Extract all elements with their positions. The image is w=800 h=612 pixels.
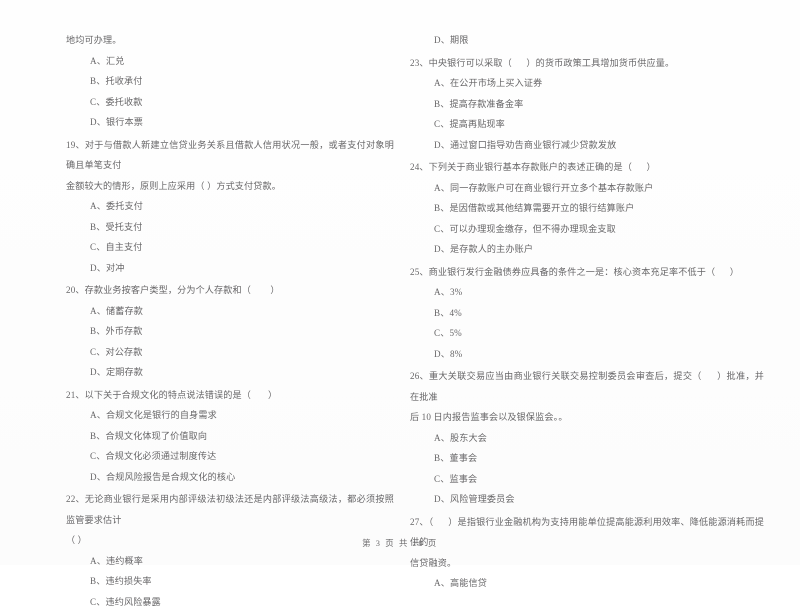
left-column: 地均可办理。 A、汇兑 B、托收承付 C、委托收款 D、银行本票 19、对于与借… [0,30,400,520]
question-stem: 23、中央银行可以采取（ ）的货币政策工具增加货币供应量。 [410,53,764,74]
option-b[interactable]: B、是因借款或其他结算需要开立的银行结算账户 [410,198,764,219]
option-c[interactable]: C、违约风险暴露 [66,592,394,612]
option-a[interactable]: A、汇兑 [66,51,394,72]
question-23: 23、中央银行可以采取（ ）的货币政策工具增加货币供应量。 A、在公开市场上买入… [410,53,764,156]
option-a[interactable]: A、在公开市场上买入证券 [410,73,764,94]
question-24: 24、下列关于商业银行基本存款账户的表述正确的是（ ） A、同一存款账户可在商业… [410,157,764,260]
option-c[interactable]: C、自主支付 [66,237,394,258]
question-stem: 19、对于与借款人新建立信贷业务关系且借款人信用状况一般，或者支付对象明确且单笔… [66,135,394,176]
option-c[interactable]: C、可以办理现金缴存，但不得办理现金支取 [410,219,764,240]
two-column-body: 地均可办理。 A、汇兑 B、托收承付 C、委托收款 D、银行本票 19、对于与借… [0,30,800,520]
carryover-tail-line: 地均可办理。 [66,30,394,51]
question-26: 26、重大关联交易应当由商业银行关联交易控制委员会审查后，提交（ ）批准，并在批… [410,366,764,510]
option-a[interactable]: A、3% [410,282,764,303]
option-a[interactable]: A、合规文化是银行的自身需求 [66,405,394,426]
question-stem: 20、存款业务按客户类型，分为个人存款和（ ） [66,280,394,301]
option-d[interactable]: D、银行本票 [66,112,394,133]
option-b[interactable]: B、外币存款 [66,321,394,342]
carryover-question-left: 地均可办理。 A、汇兑 B、托收承付 C、委托收款 D、银行本票 [66,30,394,133]
option-b[interactable]: B、受托支付 [66,217,394,238]
question-19: 19、对于与借款人新建立信贷业务关系且借款人信用状况一般，或者支付对象明确且单笔… [66,135,394,279]
option-d[interactable]: D、通过窗口指导劝告商业银行减少贷款发放 [410,135,764,156]
question-stem: 24、下列关于商业银行基本存款账户的表述正确的是（ ） [410,157,764,178]
option-b[interactable]: B、合规文化体现了价值取向 [66,426,394,447]
question-stem-cont: 金额较大的情形，原则上应采用（ ）方式支付贷款。 [66,176,394,197]
option-a[interactable]: A、同一存款账户可在商业银行开立多个基本存款账户 [410,178,764,199]
carryover-question-right: D、期限 [410,30,764,51]
option-a[interactable]: A、股东大会 [410,428,764,449]
option-a[interactable]: A、高能信贷 [410,573,764,594]
option-c[interactable]: C、委托收款 [66,92,394,113]
option-c[interactable]: C、5% [410,323,764,344]
question-stem-cont: 信贷融资。 [410,553,764,574]
page-footer: 第 3 页 共 18 页 [0,537,800,549]
option-b[interactable]: B、提高存款准备金率 [410,94,764,115]
option-c[interactable]: C、对公存款 [66,342,394,363]
option-d[interactable]: D、合规风险报告是合规文化的核心 [66,467,394,488]
question-stem: 21、以下关于合规文化的特点说法错误的是（ ） [66,385,394,406]
option-d[interactable]: D、对冲 [66,258,394,279]
question-stem-cont: 后 10 日内报告监事会以及银保监会。。 [410,407,764,428]
question-22: 22、无论商业银行是采用内部评级法初级法还是内部评级法高级法，都必须按照监管要求… [66,489,394,612]
option-d[interactable]: D、定期存款 [66,362,394,383]
option-a[interactable]: A、违约概率 [66,551,394,572]
question-stem: 25、商业银行发行金融债券应具备的条件之一是：核心资本充足率不低于（ ） [410,262,764,283]
question-25: 25、商业银行发行金融债券应具备的条件之一是：核心资本充足率不低于（ ） A、3… [410,262,764,365]
option-a[interactable]: A、储蓄存款 [66,301,394,322]
question-stem: 22、无论商业银行是采用内部评级法初级法还是内部评级法高级法，都必须按照监管要求… [66,489,394,530]
option-c[interactable]: C、合规文化必须通过制度传达 [66,446,394,467]
option-b[interactable]: B、董事会 [410,448,764,469]
question-21: 21、以下关于合规文化的特点说法错误的是（ ） A、合规文化是银行的自身需求 B… [66,385,394,488]
option-a[interactable]: A、委托支付 [66,196,394,217]
option-b[interactable]: B、4% [410,303,764,324]
question-27: 27、（ ）是指银行业金融机构为支持用能单位提高能源利用效率、降低能源消耗而提供… [410,512,764,594]
option-d[interactable]: D、是存款人的主办账户 [410,239,764,260]
option-b[interactable]: B、违约损失率 [66,571,394,592]
right-column: D、期限 23、中央银行可以采取（ ）的货币政策工具增加货币供应量。 A、在公开… [400,30,800,520]
option-c[interactable]: C、监事会 [410,469,764,490]
question-stem: 26、重大关联交易应当由商业银行关联交易控制委员会审查后，提交（ ）批准，并在批… [410,366,764,407]
question-20: 20、存款业务按客户类型，分为个人存款和（ ） A、储蓄存款 B、外币存款 C、… [66,280,394,383]
option-d[interactable]: D、8% [410,344,764,365]
option-c[interactable]: C、提高再贴现率 [410,114,764,135]
option-d[interactable]: D、风险管理委员会 [410,489,764,510]
option-d[interactable]: D、期限 [410,30,764,51]
option-b[interactable]: B、托收承付 [66,71,394,92]
